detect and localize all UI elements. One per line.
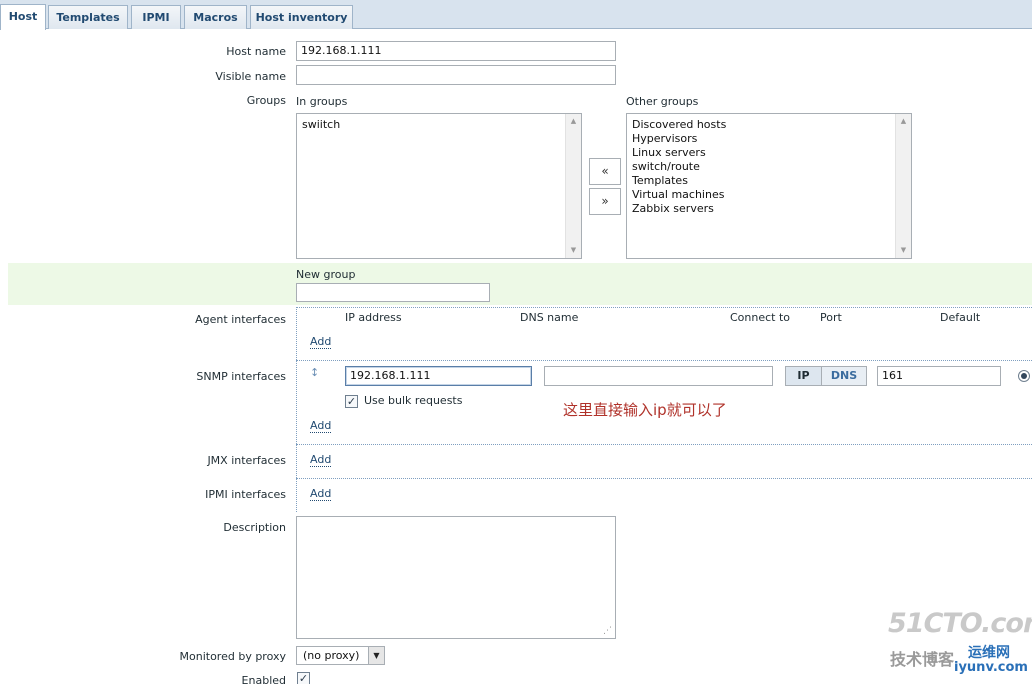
scroll-down-icon[interactable]: ▼ [566,243,581,258]
move-left-button[interactable]: « [589,158,621,185]
watermark-logo: 51CTO.com [888,608,1032,639]
proxy-label: Monitored by proxy [179,650,286,663]
other-groups-list[interactable]: Discovered hosts Hypervisors Linux serve… [626,113,912,259]
tab-templates[interactable]: Templates [48,5,128,29]
connect-dns-button[interactable]: DNS [822,367,866,385]
visible-name-input[interactable] [296,65,616,85]
column-dns-name: DNS name [520,311,579,324]
list-item[interactable]: Zabbix servers [632,202,714,216]
watermark-site: 运维网 [968,645,1010,661]
list-item[interactable]: Virtual machines [632,188,724,202]
connect-ip-button[interactable]: IP [786,367,822,385]
proxy-value: (no proxy) [303,649,360,662]
add-agent-interface-link[interactable]: Add [310,335,332,349]
add-snmp-interface-link[interactable]: Add [310,419,332,433]
scroll-down-icon[interactable]: ▼ [896,243,911,258]
snmp-interfaces-label: SNMP interfaces [196,370,286,383]
new-group-input[interactable] [296,283,490,302]
column-default: Default [940,311,981,324]
ipmi-interfaces-block [296,478,1032,512]
scrollbar[interactable]: ▲ ▼ [895,114,911,258]
default-radio[interactable] [1018,370,1030,382]
groups-label: Groups [246,94,286,107]
list-item[interactable]: Hypervisors [632,132,697,146]
list-item[interactable]: switch/route [632,160,700,174]
enabled-checkbox[interactable] [297,672,310,684]
tab-host-inventory[interactable]: Host inventory [250,5,353,29]
jmx-interfaces-label: JMX interfaces [207,454,286,467]
snmp-ip-input[interactable]: 192.168.1.111 [345,366,532,386]
list-item[interactable]: Linux servers [632,146,706,160]
scrollbar[interactable]: ▲ ▼ [565,114,581,258]
scroll-up-icon[interactable]: ▲ [896,114,911,129]
enabled-label: Enabled [241,674,286,684]
in-groups-list[interactable]: swiitch ▲ ▼ [296,113,582,259]
host-name-label: Host name [226,45,286,58]
move-right-button[interactable]: » [589,188,621,215]
watermark-blog: 技术博客 [890,650,955,669]
tab-macros[interactable]: Macros [184,5,247,29]
new-group-row [8,263,1032,305]
tab-host[interactable]: Host [0,4,46,30]
tab-bar: Host Templates IPMI Macros Host inventor… [0,0,1032,30]
tab-ipmi[interactable]: IPMI [131,5,181,29]
add-ipmi-interface-link[interactable]: Add [310,487,332,501]
column-port: Port [820,311,842,324]
visible-name-label: Visible name [215,70,286,83]
column-ip-address: IP address [345,311,402,324]
list-item[interactable]: Templates [632,174,688,188]
drag-handle-icon[interactable]: ↕ [310,366,319,379]
other-groups-label: Other groups [626,95,699,108]
connect-to-toggle[interactable]: IP DNS [785,366,867,386]
use-bulk-label: Use bulk requests [364,394,463,407]
description-textarea[interactable] [296,516,616,639]
scroll-up-icon[interactable]: ▲ [566,114,581,129]
resize-grip-icon[interactable]: ⋰ [603,626,612,636]
snmp-port-input[interactable]: 161 [877,366,1001,386]
proxy-select[interactable]: (no proxy) ▼ [296,646,385,665]
jmx-interfaces-block [296,444,1032,478]
in-groups-label: In groups [296,95,348,108]
use-bulk-checkbox[interactable] [345,395,358,408]
watermark-url: iyunv.com [954,660,1028,675]
host-name-input[interactable]: 192.168.1.111 [296,41,616,61]
list-item[interactable]: Discovered hosts [632,118,726,132]
snmp-dns-input[interactable] [544,366,773,386]
column-connect-to: Connect to [730,311,791,324]
new-group-label: New group [296,268,356,281]
agent-interfaces-label: Agent interfaces [195,313,286,326]
chevron-down-icon[interactable]: ▼ [368,647,384,664]
annotation-note: 这里直接输入ip就可以了 [563,401,727,419]
ipmi-interfaces-label: IPMI interfaces [205,488,286,501]
list-item[interactable]: swiitch [302,118,340,132]
add-jmx-interface-link[interactable]: Add [310,453,332,467]
agent-interfaces-block [296,307,1032,360]
description-label: Description [223,521,286,534]
